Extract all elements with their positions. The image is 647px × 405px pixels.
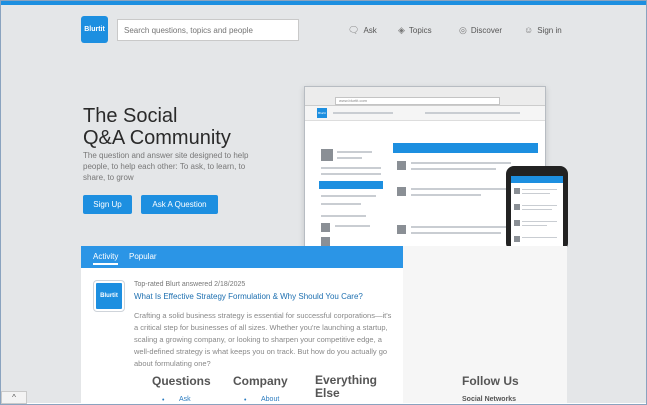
answer-excerpt: Crafting a solid business strategy is es… bbox=[134, 311, 392, 368]
top-accent-bar bbox=[1, 1, 646, 5]
bullet-icon: • bbox=[244, 397, 247, 403]
footer-link-about[interactable]: About bbox=[261, 396, 279, 403]
footer-questions-heading: Questions bbox=[152, 374, 211, 388]
footer-company-heading: Company bbox=[233, 374, 288, 388]
search-input[interactable] bbox=[117, 19, 299, 41]
nav-ask[interactable]: 🗨 Ask bbox=[348, 25, 377, 36]
nav-discover[interactable]: ◎ Discover bbox=[459, 25, 502, 36]
activity-tabs: Activity Popular bbox=[81, 246, 403, 268]
hero-subtitle: The question and answer site designed to… bbox=[83, 151, 249, 182]
everything-line-2: Else bbox=[315, 386, 340, 400]
mockup-tab-bar bbox=[393, 143, 538, 153]
signup-button[interactable]: Sign Up bbox=[83, 195, 132, 214]
footer-link-ask[interactable]: Ask bbox=[179, 396, 191, 403]
browser-url: www.blurtit.com bbox=[335, 97, 500, 105]
title-line-2: Q&A Community bbox=[83, 127, 231, 149]
nav-discover-label: Discover bbox=[470, 26, 502, 35]
footer-everything-heading: Everything Else bbox=[315, 374, 377, 400]
page-title: The Social Q&A Community bbox=[83, 105, 231, 149]
speech-bubble-icon: 🗨 bbox=[348, 25, 360, 35]
mockup-logo: Blurtit bbox=[317, 108, 327, 118]
hero-section: Blurtit 🗨 Ask ◈ Topics ◎ Discover ☺ Sign… bbox=[1, 1, 646, 403]
chevron-up-icon[interactable]: ^ bbox=[1, 391, 27, 404]
phone-mockup bbox=[506, 166, 568, 251]
nav-signin-label: Sign in bbox=[537, 25, 562, 35]
answer-meta: Top-rated Blurt answered 2/18/2025 bbox=[134, 281, 246, 288]
bullet-icon: • bbox=[162, 397, 165, 403]
nav-signin[interactable]: ☺ Sign in bbox=[524, 25, 562, 35]
blurtit-logo[interactable]: Blurtit bbox=[81, 16, 108, 43]
right-column: Follow Us Social Networks bbox=[403, 246, 567, 403]
tab-activity[interactable]: Activity bbox=[93, 252, 119, 265]
question-link[interactable]: What Is Effective Strategy Formulation &… bbox=[134, 292, 363, 301]
tag-icon: ◈ bbox=[398, 25, 405, 35]
compass-icon: ◎ bbox=[459, 25, 467, 35]
nav-topics[interactable]: ◈ Topics bbox=[398, 25, 432, 36]
ask-question-button[interactable]: Ask A Question bbox=[141, 195, 218, 214]
user-icon: ☺ bbox=[524, 25, 534, 35]
nav-ask-label: Ask bbox=[363, 26, 377, 35]
activity-panel: Activity Popular Blurtit Top-rated Blurt… bbox=[81, 246, 403, 403]
footer-social-networks: Social Networks bbox=[462, 396, 517, 403]
footer-follow-heading: Follow Us bbox=[462, 374, 519, 388]
tab-popular[interactable]: Popular bbox=[129, 252, 157, 261]
title-line-1: The Social bbox=[83, 105, 178, 127]
mockup-header: Blurtit bbox=[305, 106, 545, 121]
answer-avatar[interactable]: Blurtit bbox=[94, 281, 124, 311]
nav-topics-label: Topics bbox=[408, 26, 432, 35]
phone-screen bbox=[511, 176, 563, 248]
